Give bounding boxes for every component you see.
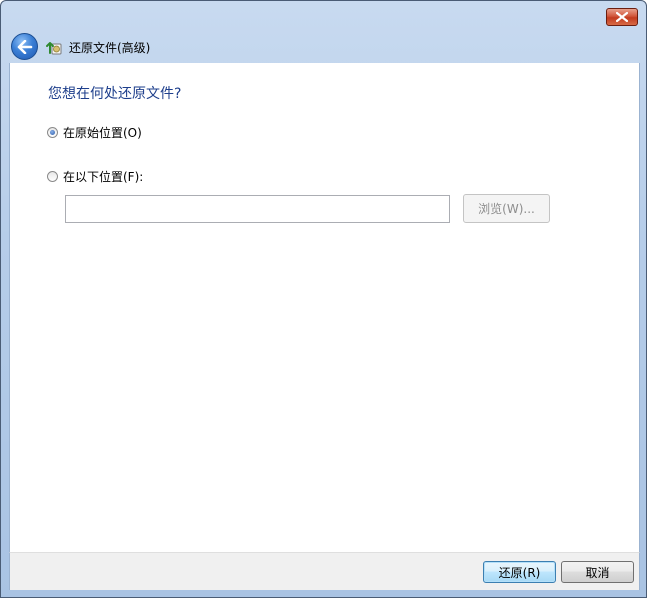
option-following-location-label: 在以下位置(F):: [63, 170, 144, 184]
location-path-input[interactable]: [65, 195, 450, 223]
close-icon: [616, 12, 628, 22]
option-following-location[interactable]: 在以下位置(F):: [47, 168, 143, 185]
window-title: 还原文件(高级): [69, 41, 151, 55]
footer-bar: 还原(R) 取消: [9, 552, 640, 590]
restore-files-icon: [46, 42, 62, 55]
radio-following-location[interactable]: [47, 171, 58, 182]
cancel-button[interactable]: 取消: [561, 561, 634, 583]
close-button[interactable]: [606, 8, 638, 26]
restore-files-window: 还原文件(高级) 您想在何处还原文件? 在原始位置(O) 在以下位置(F): 浏…: [0, 0, 647, 598]
content-area: 您想在何处还原文件? 在原始位置(O) 在以下位置(F): 浏览(W)...: [9, 63, 640, 552]
radio-original-location[interactable]: [47, 127, 58, 138]
option-original-location[interactable]: 在原始位置(O): [47, 124, 142, 141]
browse-button[interactable]: 浏览(W)...: [463, 194, 550, 223]
window-header: 还原文件(高级): [1, 29, 646, 63]
restore-button[interactable]: 还原(R): [483, 561, 556, 583]
back-arrow-icon: [17, 39, 32, 54]
page-heading: 您想在何处还原文件?: [48, 86, 182, 102]
option-original-location-label: 在原始位置(O): [63, 126, 142, 140]
back-button[interactable]: [11, 33, 38, 60]
